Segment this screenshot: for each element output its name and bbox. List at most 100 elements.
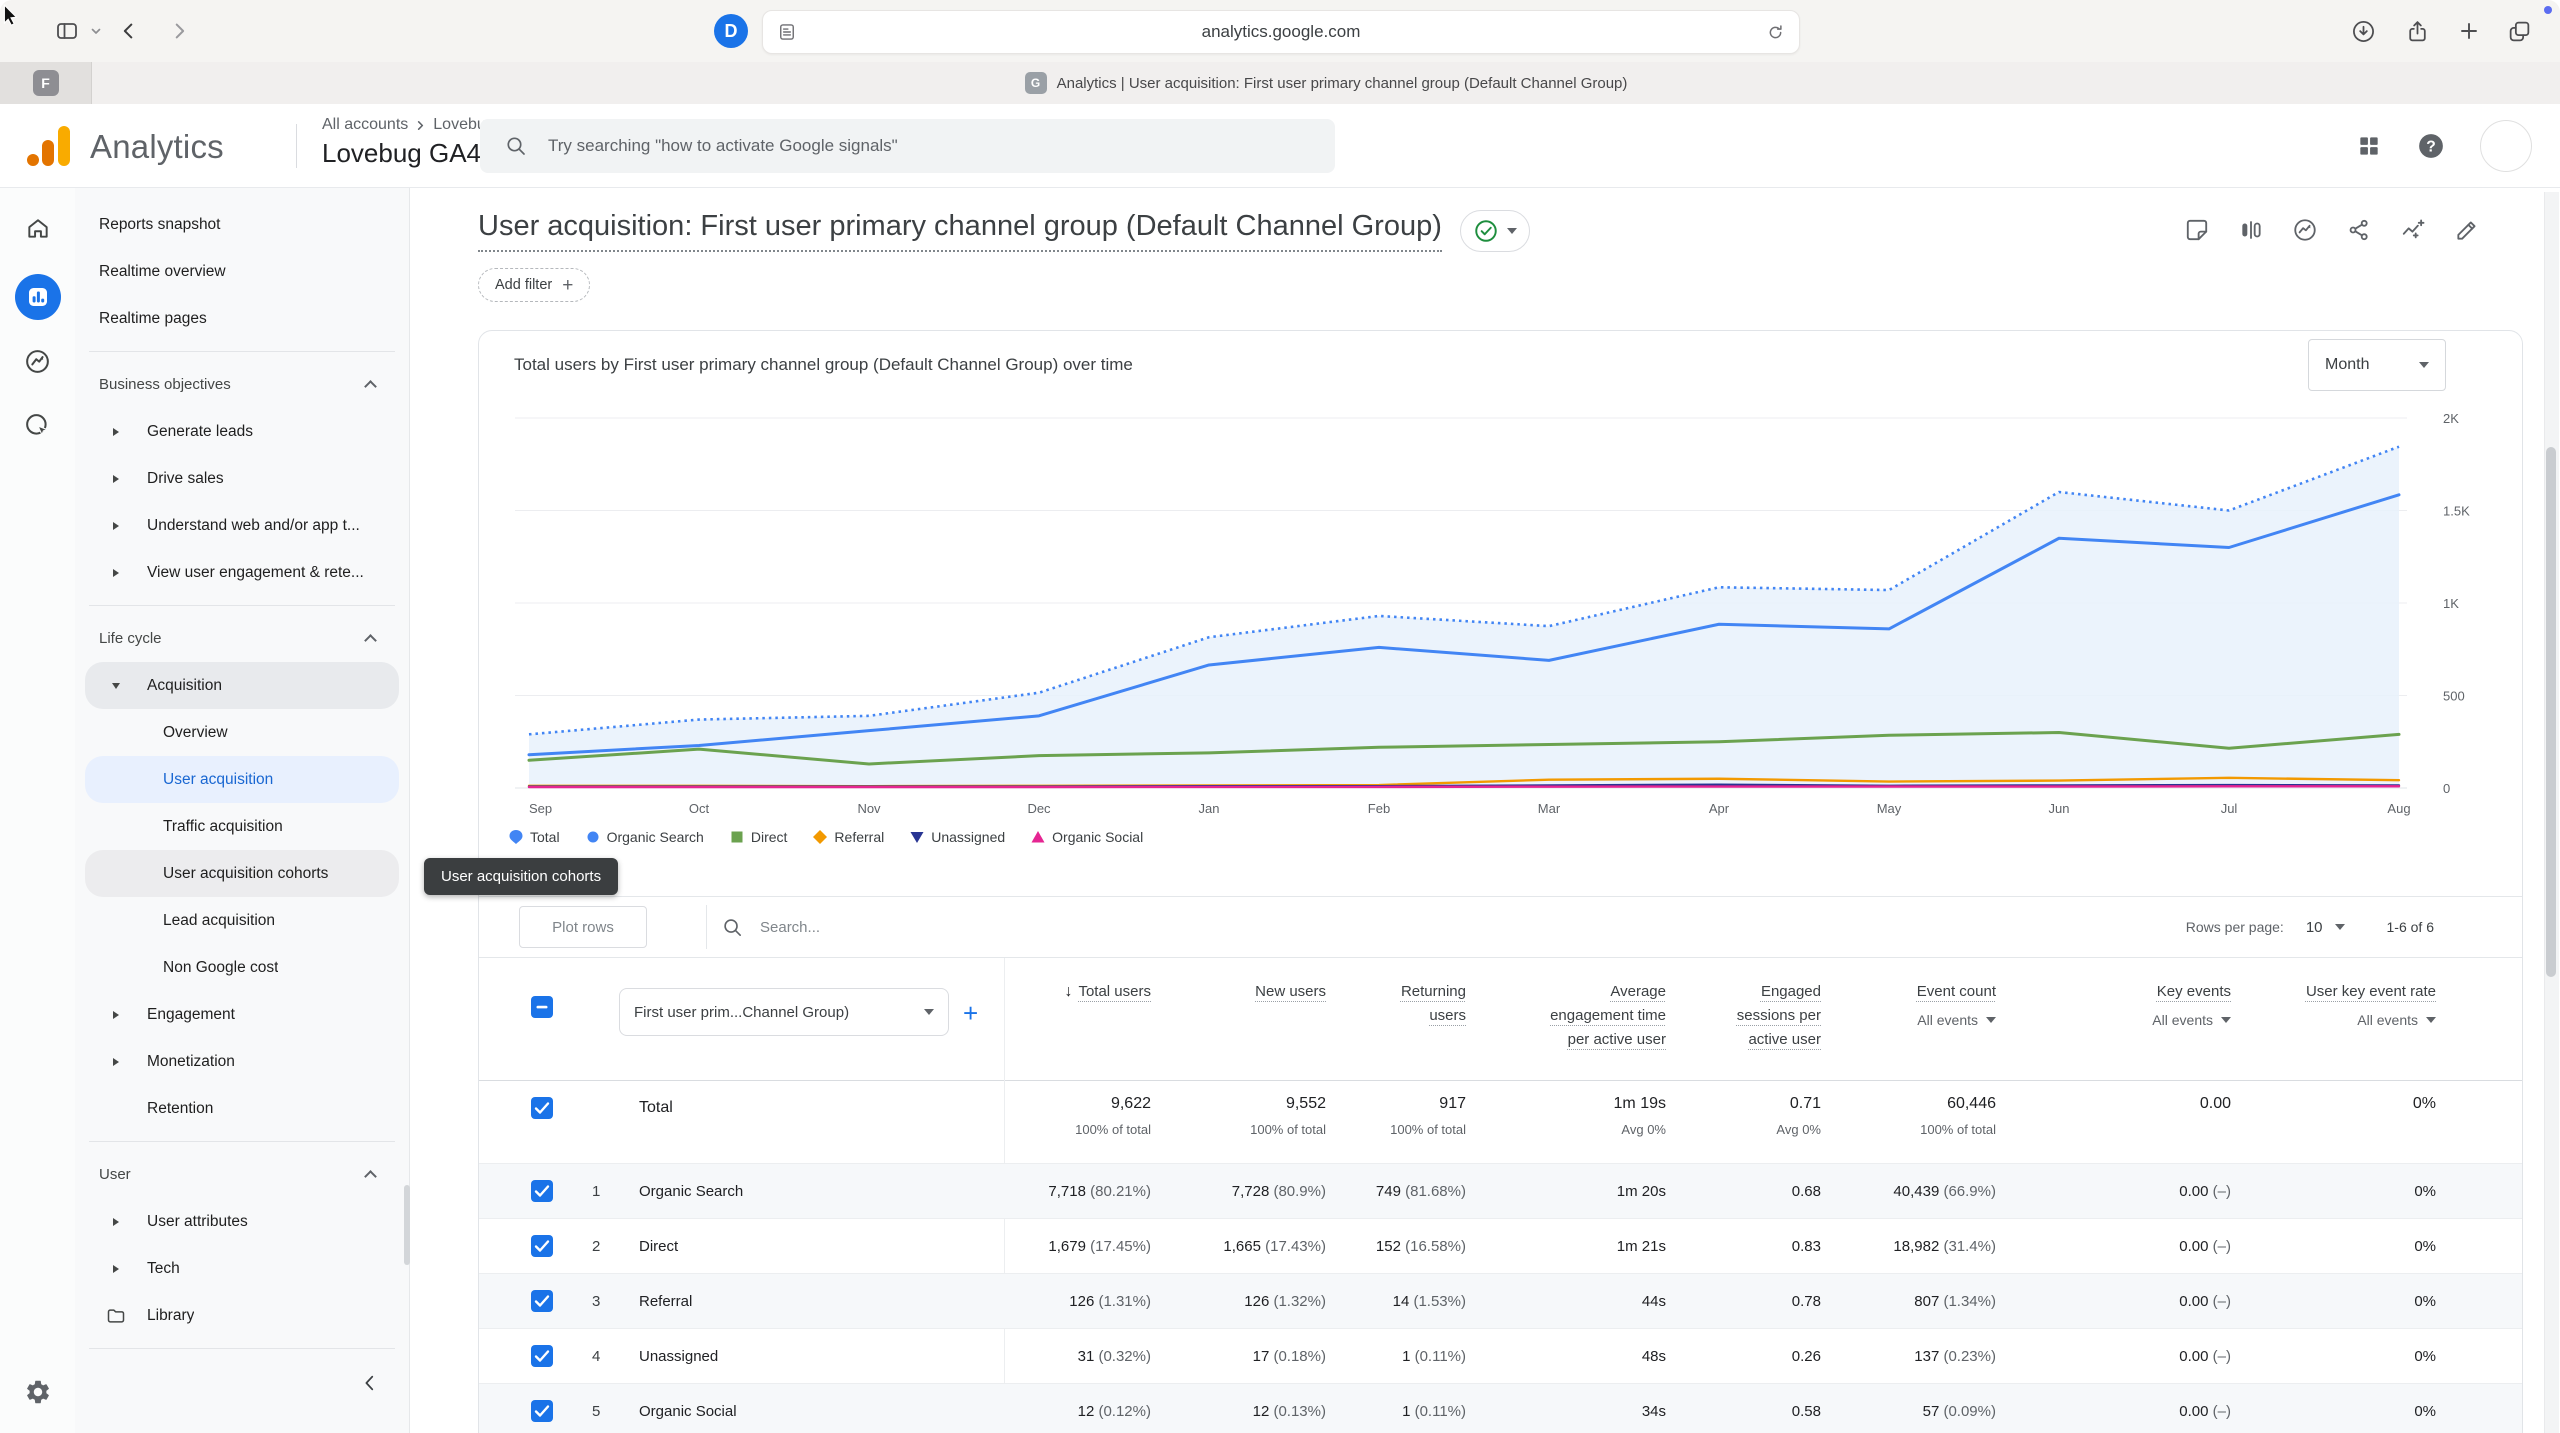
sidebar-collapse-button[interactable] <box>75 1358 409 1408</box>
plot-rows-button[interactable]: Plot rows <box>519 906 647 948</box>
sidebar-chevron-icon[interactable] <box>86 14 106 48</box>
sparkline-icon[interactable] <box>2399 216 2426 243</box>
advertising-icon[interactable] <box>14 402 61 449</box>
comparison-icon[interactable] <box>2237 216 2264 243</box>
column-filter-dropdown[interactable]: All events <box>2357 1008 2436 1032</box>
downloads-button[interactable] <box>2346 14 2380 48</box>
pinned-tab[interactable]: F <box>0 62 92 104</box>
sidebar-item-reports-snapshot[interactable]: Reports snapshot <box>85 201 399 248</box>
column-header-key-events[interactable]: Key eventsAll events <box>1996 958 2231 1080</box>
caret-down-icon <box>105 683 127 689</box>
sidebar-section-header[interactable]: Business objectives <box>85 361 399 408</box>
column-filter-dropdown[interactable]: All events <box>1917 1008 1996 1032</box>
table-row[interactable]: 3Referral126 (1.31%)126 (1.32%)14 (1.53%… <box>479 1273 2522 1328</box>
sidebar-item-monetization[interactable]: Monetization <box>85 1038 399 1085</box>
rows-per-page-select[interactable]: 10 <box>2306 919 2345 936</box>
sidebar-item-drive-sales[interactable]: Drive sales <box>85 455 399 502</box>
table-row[interactable]: 5Organic Social12 (0.12%)12 (0.13%)1 (0.… <box>479 1383 2522 1433</box>
cell-percent: (66.9%) <box>1939 1183 1996 1200</box>
caret-right-icon <box>105 1218 127 1226</box>
sidebar-item-understand-web-and-or-app-t[interactable]: Understand web and/or app t... <box>85 502 399 549</box>
triangle-down-marker-icon <box>910 830 924 845</box>
sidebar-item-overview[interactable]: Overview <box>85 709 399 756</box>
add-dimension-button[interactable]: + <box>963 998 978 1029</box>
sidebar-item-user-attributes[interactable]: User attributes <box>85 1198 399 1245</box>
dimension-dropdown[interactable]: First user prim...Channel Group) <box>619 988 949 1036</box>
column-header-engaged-sessions-per-active-user[interactable]: Engaged sessions per active user <box>1666 958 1821 1080</box>
sidebar-item-view-user-engagement-rete[interactable]: View user engagement & rete... <box>85 549 399 596</box>
note-icon[interactable] <box>2183 216 2210 243</box>
data-quality-badge[interactable] <box>1460 210 1530 252</box>
row-checkbox[interactable] <box>531 1400 592 1422</box>
extension-badge[interactable]: D <box>714 14 748 48</box>
svg-text:Apr: Apr <box>1709 801 1730 816</box>
settings-gear-icon[interactable] <box>14 1368 61 1415</box>
back-button[interactable] <box>112 14 146 48</box>
insights-circle-icon[interactable] <box>2291 216 2318 243</box>
row-checkbox[interactable] <box>531 1345 592 1367</box>
row-checkbox[interactable] <box>531 1180 592 1202</box>
column-header-average-engagement-time-per-active-user[interactable]: Average engagement time per active user <box>1466 958 1666 1080</box>
tab-overview-button[interactable] <box>2502 14 2536 48</box>
row-checkbox[interactable] <box>531 1235 592 1257</box>
sidebar-toggle-icon[interactable] <box>50 14 84 48</box>
sidebar-item-user-acquisition-cohorts[interactable]: User acquisition cohorts <box>85 850 399 897</box>
active-tab[interactable]: G Analytics | User acquisition: First us… <box>92 62 2560 104</box>
sidebar-item-library[interactable]: Library <box>85 1292 399 1339</box>
column-header-user-key-event-rate[interactable]: User key event rateAll events <box>2231 958 2436 1080</box>
select-all-checkbox[interactable] <box>531 996 553 1018</box>
column-header-total-users[interactable]: ↓Total users <box>1001 958 1151 1080</box>
share-icon[interactable] <box>2345 216 2372 243</box>
sidebar-item-non-google-cost[interactable]: Non Google cost <box>85 944 399 991</box>
filter-label: All events <box>2152 1008 2213 1032</box>
sidebar-item-generate-leads[interactable]: Generate leads <box>85 408 399 455</box>
column-filter-dropdown[interactable]: All events <box>2152 1008 2231 1032</box>
global-search[interactable]: Try searching "how to activate Google si… <box>480 119 1335 173</box>
analytics-logo-icon[interactable] <box>24 122 76 170</box>
explore-icon[interactable] <box>14 338 61 385</box>
column-header-new-users[interactable]: New users <box>1151 958 1326 1080</box>
report-toolbar <box>2183 216 2480 243</box>
share-button[interactable] <box>2400 14 2434 48</box>
sidebar-item-engagement[interactable]: Engagement <box>85 991 399 1038</box>
home-icon[interactable] <box>14 204 61 251</box>
address-bar[interactable]: analytics.google.com <box>762 10 1800 54</box>
cell-value: 0.00 <box>2179 1293 2208 1310</box>
sidebar-section-header[interactable]: User <box>85 1151 399 1198</box>
refresh-icon[interactable] <box>1766 23 1785 42</box>
reports-icon[interactable] <box>14 273 61 320</box>
breadcrumb-root[interactable]: All accounts <box>322 116 408 134</box>
column-header-event-count[interactable]: Event countAll events <box>1821 958 1996 1080</box>
reader-icon[interactable] <box>777 22 797 42</box>
window-scrollbar-thumb[interactable] <box>2546 447 2556 977</box>
total-cell: 917100% of total <box>1326 1081 1466 1137</box>
sidebar-item-retention[interactable]: Retention <box>85 1085 399 1132</box>
table-row[interactable]: 2Direct1,679 (17.45%)1,665 (17.43%)152 (… <box>479 1218 2522 1273</box>
add-filter-button[interactable]: Add filter + <box>478 268 590 302</box>
forward-button[interactable] <box>162 14 196 48</box>
sidebar-item-tech[interactable]: Tech <box>85 1245 399 1292</box>
sidebar-item-acquisition[interactable]: Acquisition <box>85 662 399 709</box>
sidebar-section-header[interactable]: Life cycle <box>85 615 399 662</box>
sidebar-item-realtime-overview[interactable]: Realtime overview <box>85 248 399 295</box>
granularity-select[interactable]: Month <box>2308 339 2446 391</box>
row-checkbox[interactable] <box>531 1097 592 1119</box>
cell-value: 1,665 <box>1223 1238 1261 1255</box>
sidebar-item-traffic-acquisition[interactable]: Traffic acquisition <box>85 803 399 850</box>
edit-pencil-icon[interactable] <box>2453 216 2480 243</box>
property-selector[interactable]: Lovebug GA4 <box>322 138 501 169</box>
user-avatar[interactable] <box>2480 120 2532 172</box>
new-tab-button[interactable] <box>2452 14 2486 48</box>
row-checkbox[interactable] <box>531 1290 592 1312</box>
window-scrollbar[interactable] <box>2544 192 2559 1433</box>
sidebar-item-realtime-pages[interactable]: Realtime pages <box>85 295 399 342</box>
url-text[interactable]: analytics.google.com <box>763 22 1799 42</box>
sidebar-item-user-acquisition[interactable]: User acquisition <box>85 756 399 803</box>
sidebar-item-lead-acquisition[interactable]: Lead acquisition <box>85 897 399 944</box>
table-row[interactable]: 4Unassigned31 (0.32%)17 (0.18%)1 (0.11%)… <box>479 1328 2522 1383</box>
table-row[interactable]: 1Organic Search7,718 (80.21%)7,728 (80.9… <box>479 1163 2522 1218</box>
apps-grid-icon[interactable] <box>2356 133 2382 159</box>
table-search[interactable]: Search... <box>721 916 820 939</box>
help-icon[interactable]: ? <box>2416 131 2446 161</box>
column-header-returning-users[interactable]: Returning users <box>1326 958 1466 1080</box>
